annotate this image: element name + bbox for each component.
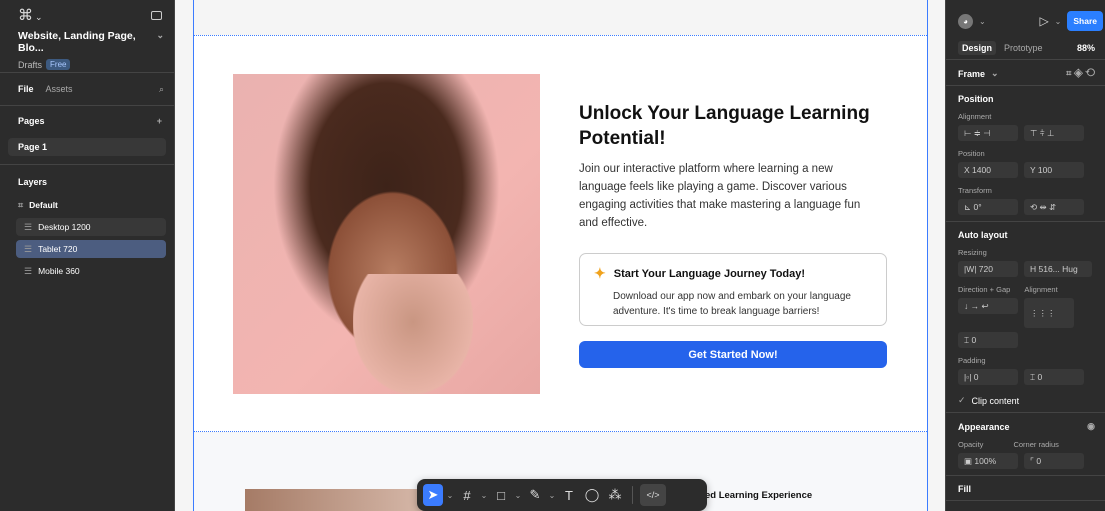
design-panel: ◕ ⌄ ▷ ⌄ Share Design Prototype 88% Frame ⌄ ⌗… — [945, 0, 1105, 511]
autolayout-icon: ☰ — [24, 265, 33, 276]
add-page-icon[interactable]: + — [157, 116, 162, 126]
opacity-label: Opacity — [958, 440, 984, 449]
layer-tablet[interactable]: ☰ Tablet 720 — [16, 240, 166, 258]
zoom-level[interactable]: 88% — [1077, 43, 1095, 53]
width-input[interactable]: |W| 720 — [958, 261, 1018, 277]
card-body: Download our app now and embark on your … — [613, 291, 851, 317]
alignment-grid[interactable]: ⋮⋮⋮ — [1024, 298, 1074, 328]
frame-tool-icon[interactable]: # — [457, 484, 477, 506]
toggle-panel-icon[interactable] — [151, 10, 162, 20]
move-tool-icon[interactable]: ➤ — [423, 484, 443, 506]
layers-panel: ⌘ ⌄ Website, Landing Page, Blo... ⌄ Drafts… — [0, 0, 175, 511]
tablet-frame[interactable]: Unlock Your Language Learning Potential!… — [194, 35, 927, 432]
figma-menu-icon[interactable]: ⌘ ⌄ — [18, 6, 43, 24]
bottom-toolbar: ➤ ⌄ # ⌄ □ ⌄ ✎ ⌄ T ◯ ⁂ </> — [417, 479, 707, 511]
alignment2-label: Alignment — [1024, 285, 1058, 294]
section-title[interactable]: ed Learning Experience — [705, 490, 812, 501]
autolayout-icon: ☰ — [24, 243, 33, 254]
hero-headline[interactable]: Unlock Your Language Learning Potential! — [579, 101, 879, 151]
section-image[interactable] — [245, 489, 425, 511]
flip-buttons[interactable]: ⟲ ⇹ ⇵ — [1024, 199, 1084, 215]
components-tool-icon[interactable]: ⁂ — [605, 484, 625, 506]
align-h-buttons[interactable]: ⊢ ≑ ⊣ — [958, 125, 1018, 141]
layer-mobile[interactable]: ☰ Mobile 360 — [16, 262, 166, 280]
gap-input[interactable]: ⌶ 0 — [958, 332, 1018, 348]
check-icon[interactable]: ✓ — [958, 395, 966, 406]
frame-type[interactable]: Frame — [958, 69, 985, 79]
tab-file[interactable]: File — [18, 84, 34, 94]
present-icon[interactable]: ▷ — [1039, 14, 1048, 28]
comment-tool-icon[interactable]: ◯ — [582, 484, 602, 506]
dev-mode-icon[interactable]: </> — [640, 484, 666, 506]
resizing-label: Resizing — [958, 248, 987, 257]
project-title[interactable]: Website, Landing Page, Blo... — [18, 30, 156, 54]
direction-buttons[interactable]: ↓ → ↩ — [958, 298, 1018, 314]
canvas[interactable]: Unlock Your Language Learning Potential!… — [175, 0, 945, 511]
radius-input[interactable]: ⌜ 0 — [1024, 453, 1084, 469]
get-started-button[interactable]: Get Started Now! — [579, 341, 887, 368]
padding-label: Padding — [958, 356, 986, 365]
frame-icon: ⌗ — [18, 199, 24, 210]
x-input[interactable]: X 1400 — [958, 162, 1018, 178]
search-icon[interactable]: ⌕ — [159, 84, 164, 95]
position-header: Position — [958, 94, 994, 104]
transform-label: Transform — [958, 186, 992, 195]
layers-label: Layers — [18, 176, 48, 187]
align-v-buttons[interactable]: ⊤ ⫩ ⊥ — [1024, 125, 1084, 141]
share-button[interactable]: Share — [1067, 11, 1103, 31]
page-item[interactable]: Page 1 — [8, 138, 166, 156]
height-input[interactable]: H 516... Hug — [1024, 261, 1092, 277]
padding-h-input[interactable]: |▫| 0 — [958, 369, 1018, 385]
layer-default[interactable]: ⌗ Default — [8, 196, 166, 214]
autolayout-icon: ☰ — [24, 221, 33, 232]
sparkle-icon: ✦ — [594, 265, 606, 281]
rectangle-tool-icon[interactable]: □ — [491, 484, 511, 506]
drafts-label: Drafts — [18, 59, 43, 70]
rotation-input[interactable]: ⊾ 0° — [958, 199, 1018, 215]
autolayout-header: Auto layout — [958, 230, 1008, 240]
radius-label: Corner radius — [1013, 440, 1059, 449]
pages-label: Pages — [18, 116, 45, 126]
pen-tool-icon[interactable]: ✎ — [525, 484, 545, 506]
eye-icon[interactable]: ◉ — [1087, 421, 1095, 432]
appearance-header: Appearance — [958, 421, 1010, 432]
alignment-label: Alignment — [958, 112, 992, 121]
avatar[interactable]: ◕ — [958, 13, 973, 29]
text-tool-icon[interactable]: T — [559, 484, 579, 506]
direction-gap-label: Direction + Gap — [958, 285, 1011, 294]
layer-desktop[interactable]: ☰ Desktop 1200 — [16, 218, 166, 236]
hero-lead[interactable]: Join our interactive platform where lear… — [579, 160, 879, 232]
tab-assets[interactable]: Assets — [46, 84, 73, 94]
hero-image[interactable] — [233, 74, 540, 394]
fill-header: Fill — [958, 484, 971, 494]
padding-v-input[interactable]: ⌶ 0 — [1024, 369, 1084, 385]
chevron-down-icon[interactable]: ⌄ — [156, 30, 164, 54]
tab-design[interactable]: Design — [958, 40, 997, 55]
plan-badge: Free — [46, 59, 71, 70]
cta-card[interactable]: ✦ Start Your Language Journey Today! Down… — [579, 253, 887, 326]
y-input[interactable]: Y 100 — [1024, 162, 1084, 178]
clip-content-label[interactable]: Clip content — [972, 396, 1020, 406]
opacity-input[interactable]: ▣ 100% — [958, 453, 1018, 469]
tab-prototype[interactable]: Prototype — [1004, 43, 1043, 53]
card-title: Start Your Language Journey Today! — [613, 267, 806, 280]
position-label: Position — [958, 149, 985, 158]
